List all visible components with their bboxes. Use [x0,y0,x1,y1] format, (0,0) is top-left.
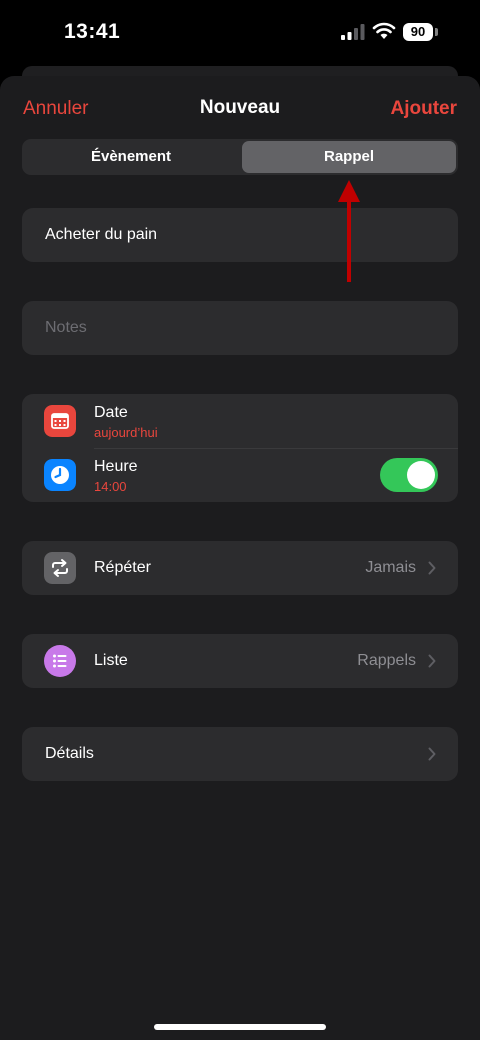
toggle-knob [407,461,435,489]
details-row[interactable]: Détails [22,727,458,781]
chevron-right-icon [428,654,436,668]
time-row[interactable]: Heure 14:00 [22,448,458,502]
date-time-group: Date aujourd’hui Heure 14:00 [22,394,458,502]
notes-placeholder: Notes [45,319,87,336]
cellular-signal-icon [341,24,365,40]
home-indicator[interactable] [154,1024,326,1030]
type-segmented-control: Évènement Rappel [22,139,458,175]
date-row[interactable]: Date aujourd’hui [22,394,458,448]
title-field[interactable]: Acheter du pain [22,208,458,262]
repeat-row[interactable]: Répéter Jamais [22,541,458,595]
repeat-label: Répéter [94,559,151,576]
time-label: Heure [94,458,138,475]
chevron-right-icon [428,747,436,761]
list-value: Rappels [357,652,416,669]
notes-field[interactable]: Notes [22,301,458,355]
date-label: Date [94,404,128,421]
calendar-icon [44,405,76,437]
date-value: aujourd’hui [94,425,158,440]
segment-reminder[interactable]: Rappel [242,141,456,173]
wifi-icon [372,22,396,39]
status-time: 13:41 [64,20,121,43]
time-value: 14:00 [94,479,127,494]
add-button[interactable]: Ajouter [391,98,458,120]
repeat-icon [44,552,76,584]
segment-event[interactable]: Évènement [24,141,238,173]
clock-icon [44,459,76,491]
details-label: Détails [45,745,94,762]
annotation-arrow-icon [338,180,360,282]
list-icon [44,645,76,677]
battery-tip [435,28,438,36]
title-input-value: Acheter du pain [45,226,158,243]
list-label: Liste [94,652,128,669]
list-row[interactable]: Liste Rappels [22,634,458,688]
status-bar: 13:41 90 [0,0,480,64]
battery-icon: 90 [403,23,433,41]
time-toggle[interactable] [380,458,438,492]
chevron-right-icon [428,561,436,575]
repeat-value: Jamais [365,559,416,576]
